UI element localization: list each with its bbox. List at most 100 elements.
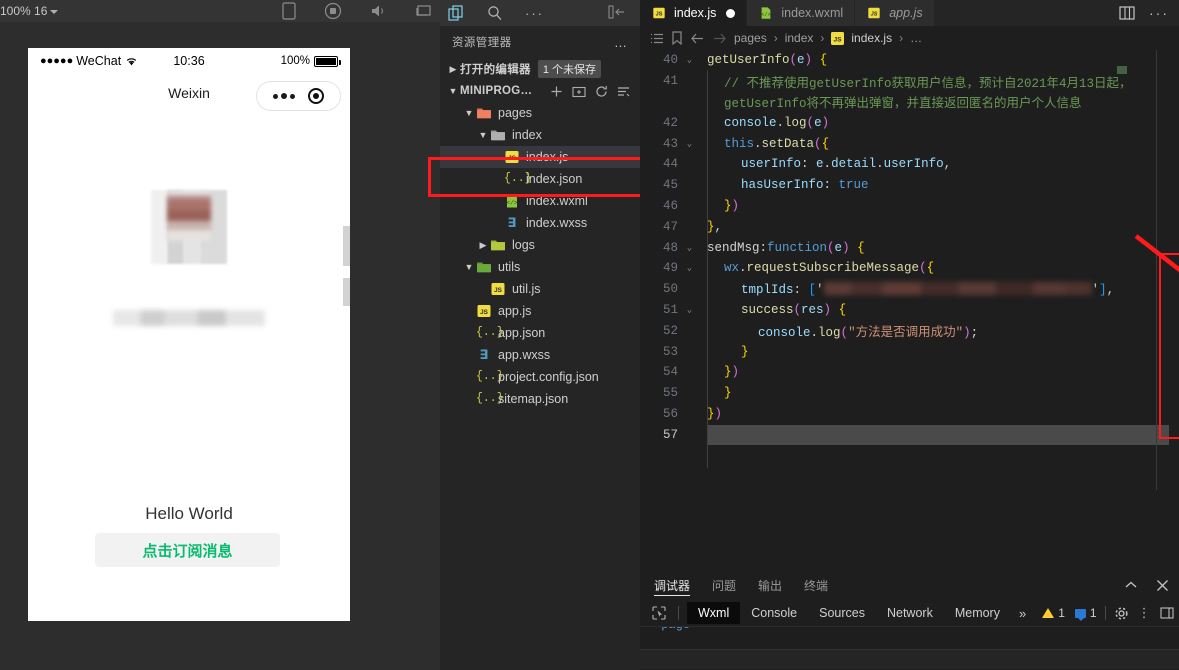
dock-icon[interactable] [1160, 606, 1175, 620]
phone-simulator[interactable]: ●●●●● WeChat 10:36 100% Weixin Hello Wor… [28, 48, 350, 621]
code-line[interactable]: getUserInfo将不再弹出弹窗，并直接返回匿名的用户个人信息 [640, 92, 1179, 113]
tree-item-util-js[interactable]: JS util.js [440, 278, 640, 300]
devtools-tab-memory[interactable]: Memory [944, 602, 1011, 624]
code-line[interactable]: 45 hasUserInfo: true [640, 175, 1179, 196]
window-icon[interactable] [414, 3, 432, 19]
info-count: 1 [1089, 606, 1097, 620]
collapse-sidebar-icon[interactable] [608, 4, 626, 20]
fold-chevron-icon[interactable]: ⌄ [682, 243, 697, 253]
breadcrumb-item-index[interactable]: index [785, 31, 814, 45]
panel-tab-问题[interactable]: 问题 [712, 570, 736, 600]
devtools-overflow-icon[interactable]: » [1011, 606, 1034, 621]
record-icon[interactable] [324, 2, 342, 20]
collapse-all-icon[interactable] [617, 85, 631, 98]
editor-tab-index-wxml[interactable]: </> index.wxml [747, 0, 856, 26]
refresh-icon[interactable] [595, 85, 608, 98]
simulator-zoom-control[interactable]: 100% 16 [0, 4, 59, 18]
code-content[interactable]: 40 ⌄ getUserInfo(e) {41 // 不推荐使用getUserInfo… [640, 50, 1179, 570]
code-line[interactable]: 51 ⌄ success(res) { [640, 300, 1179, 321]
tree-item-app-json[interactable]: {..} app.json [440, 322, 640, 344]
code-line[interactable]: 44 userInfo: e.detail.userInfo, [640, 154, 1179, 175]
capsule-menu[interactable] [256, 81, 341, 111]
bookmark-icon[interactable] [671, 31, 683, 45]
editor-tab-index-js[interactable]: JS index.js [640, 0, 748, 26]
search-icon[interactable] [487, 5, 503, 21]
fold-chevron-icon[interactable]: ⌄ [682, 263, 697, 273]
code-line[interactable]: 41 // 不推荐使用getUserInfo获取用户信息，预计自2021年4月13… [640, 71, 1179, 92]
new-folder-icon[interactable] [572, 85, 586, 98]
editor-tab-app-js[interactable]: JS app.js [855, 0, 935, 26]
code-line[interactable]: 49 ⌄ wx.requestSubscribeMessage({ [640, 258, 1179, 279]
forward-arrow-icon[interactable] [712, 32, 727, 45]
back-arrow-icon[interactable] [690, 32, 705, 45]
svg-text:JS: JS [871, 12, 878, 18]
code-line[interactable]: 42 console.log(e) [640, 112, 1179, 133]
divider [1104, 606, 1106, 620]
code-line[interactable]: 56}) [640, 404, 1179, 425]
tree-item-app-wxss[interactable]: ∃ app.wxss [440, 344, 640, 366]
tree-item-project-config-json[interactable]: {..} project.config.json [440, 366, 640, 388]
wxml-tree-preview[interactable]: <page> [640, 627, 1179, 649]
code-line[interactable]: 47}, [640, 216, 1179, 237]
simulator-scrollbar-bottom[interactable] [343, 278, 350, 306]
devtools-tab-network[interactable]: Network [876, 602, 944, 624]
code-line[interactable]: 52 console.log("方法是否调用成功"); [640, 320, 1179, 341]
tree-item-index-js[interactable]: JS index.js [440, 146, 640, 168]
gear-icon[interactable] [1114, 606, 1129, 621]
tree-item-sitemap-json[interactable]: {..} sitemap.json [440, 388, 640, 410]
devtools-tab-wxml[interactable]: Wxml [687, 602, 741, 624]
tree-item-logs[interactable]: ▶ logs [440, 234, 640, 256]
unsaved-indicator[interactable] [726, 8, 736, 18]
wxml-tree-body[interactable] [640, 649, 1179, 669]
panel-tab-输出[interactable]: 输出 [758, 570, 782, 600]
code-line[interactable]: 46}) [640, 196, 1179, 217]
chevron-up-icon[interactable] [1124, 579, 1138, 591]
code-line[interactable]: 48 ⌄ sendMsg:function(e) { [640, 237, 1179, 258]
tree-item-app-js[interactable]: JS app.js [440, 300, 640, 322]
more-dots-icon[interactable] [272, 93, 295, 99]
fold-chevron-icon[interactable]: ⌄ [682, 305, 697, 315]
tree-item-index-wxml[interactable]: </> index.wxml [440, 190, 640, 212]
tree-item-index-wxss[interactable]: ∃ index.wxss [440, 212, 640, 234]
explorer-more-icon[interactable]: … [614, 35, 629, 50]
breadcrumb-item-pages[interactable]: pages [734, 31, 767, 45]
fold-chevron-icon[interactable]: ⌄ [682, 139, 697, 149]
breadcrumb-item-more[interactable]: … [910, 31, 922, 45]
subscribe-message-button[interactable]: 点击订阅消息 [95, 533, 280, 567]
tree-item-index-json[interactable]: {..} index.json [440, 168, 640, 190]
kebab-menu-icon[interactable]: ⋮ [1138, 606, 1151, 619]
panel-tab-调试器[interactable]: 调试器 [654, 570, 691, 600]
tree-item-utils[interactable]: ▼ utils [440, 256, 640, 278]
devtools-tab-sources[interactable]: Sources [808, 602, 876, 624]
new-file-icon[interactable] [550, 85, 563, 98]
code-line[interactable]: 43 ⌄ this.setData({ [640, 133, 1179, 154]
panel-tab-终端[interactable]: 终端 [804, 570, 828, 600]
tree-item-index[interactable]: ▼ index [440, 124, 640, 146]
more-icon[interactable]: ··· [525, 6, 544, 21]
code-line[interactable]: 40 ⌄ getUserInfo(e) { [640, 50, 1179, 71]
split-editor-icon[interactable] [1119, 6, 1135, 20]
code-line[interactable]: 50 tmplIds: [' '], [640, 279, 1179, 300]
project-section[interactable]: ▼ MINIPROG… [440, 80, 640, 102]
code-line[interactable]: 54}) [640, 362, 1179, 383]
json-file-icon: {..} [476, 370, 504, 383]
volume-icon[interactable] [370, 3, 386, 19]
open-editors-section[interactable]: ▶ 打开的编辑器 1 个未保存 [440, 58, 640, 80]
close-target-icon[interactable] [308, 88, 325, 104]
phone-icon[interactable] [282, 2, 296, 20]
battery-percent: 100% [280, 55, 310, 67]
code-line[interactable]: 57 [640, 424, 1179, 445]
code-line[interactable]: 53} [640, 341, 1179, 362]
chevron-down-icon: ▼ [464, 108, 474, 118]
simulator-scrollbar-top[interactable] [343, 226, 350, 266]
breadcrumb-item-file[interactable]: index.js [851, 31, 892, 45]
code-line[interactable]: 55} [640, 383, 1179, 404]
files-icon[interactable] [448, 4, 465, 22]
devtools-tab-console[interactable]: Console [740, 602, 808, 624]
inspect-element-icon[interactable] [648, 603, 670, 623]
outline-icon[interactable] [650, 32, 664, 45]
more-actions-icon[interactable]: ··· [1149, 5, 1169, 21]
fold-chevron-icon[interactable]: ⌄ [682, 55, 697, 65]
tree-item-pages[interactable]: ▼ pages [440, 102, 640, 124]
close-icon[interactable] [1156, 579, 1169, 592]
